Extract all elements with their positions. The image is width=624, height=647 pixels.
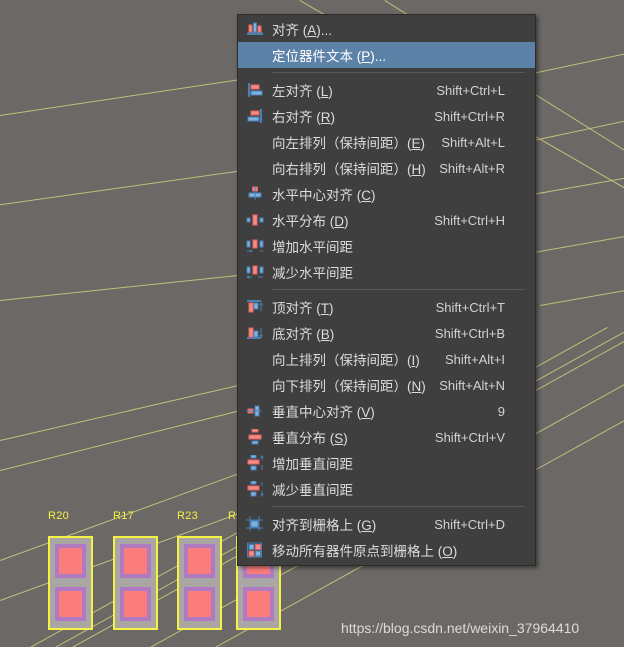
menu-item-label: 垂直分布 (S): [272, 431, 348, 446]
move-origins-to-grid-icon: [238, 537, 272, 563]
menu-item-align-top[interactable]: 顶对齐 (T) Shift+Ctrl+T: [238, 294, 535, 320]
menu-item-decrease-horizontal-spacing[interactable]: 减少水平间距: [238, 259, 535, 285]
menu-item-increase-horizontal-spacing[interactable]: 增加水平间距: [238, 233, 535, 259]
menu-item-arrange-down-keep-spacing[interactable]: 向下排列（保持间距）(N) Shift+Alt+N: [238, 372, 535, 398]
watermark-text: https://blog.csdn.net/weixin_37964410: [341, 620, 580, 636]
menu-item-label: 水平分布 (D): [272, 214, 349, 229]
align-bottom-icon: [238, 320, 272, 346]
menu-item-arrange-left-keep-spacing[interactable]: 向左排列（保持间距）(E) Shift+Alt+L: [238, 129, 535, 155]
menu-icon-placeholder: [238, 372, 272, 398]
component-ref-label: R: [228, 510, 237, 522]
increase-vertical-spacing-icon: [238, 450, 272, 476]
menu-item-shortcut: Shift+Ctrl+V: [434, 429, 505, 445]
component-pad[interactable]: [55, 587, 86, 621]
menu-item-shortcut: Shift+Ctrl+H: [434, 212, 505, 228]
pcb-component[interactable]: [113, 536, 158, 630]
align-vertical-center-icon: [238, 398, 272, 424]
menu-item-label: 向左排列（保持间距）(E): [272, 136, 426, 151]
menu-item-shortcut: Shift+Ctrl+D: [434, 516, 505, 532]
menu-icon-placeholder: [238, 129, 272, 155]
menu-separator: [272, 506, 525, 507]
pcb-component[interactable]: [177, 536, 222, 630]
align-right-icon: [238, 103, 272, 129]
menu-separator: [272, 289, 525, 290]
component-pad[interactable]: [120, 544, 151, 578]
decrease-vertical-spacing-icon: [238, 476, 272, 502]
menu-item-position-component-text[interactable]: 定位器件文本 (P)...: [238, 42, 535, 68]
menu-item-shortcut: Shift+Ctrl+T: [435, 299, 505, 315]
menu-item-label: 顶对齐 (T): [272, 301, 334, 316]
menu-item-distribute-vertically[interactable]: 垂直分布 (S) Shift+Ctrl+V: [238, 424, 535, 450]
menu-item-arrange-right-keep-spacing[interactable]: 向右排列（保持间距）(H) Shift+Alt+R: [238, 155, 535, 181]
menu-item-label: 左对齐 (L): [272, 84, 333, 99]
menu-item-move-all-component-origins-to-grid[interactable]: 移动所有器件原点到栅格上 (O): [238, 537, 535, 563]
menu-item-shortcut: 9: [497, 403, 505, 419]
menu-item-align[interactable]: 对齐 (A)...: [238, 16, 535, 42]
menu-item-label: 垂直中心对齐 (V): [272, 405, 375, 420]
menu-item-label: 移动所有器件原点到栅格上 (O): [272, 544, 458, 559]
menu-icon-placeholder: [238, 155, 272, 181]
menu-item-align-vertical-center[interactable]: 垂直中心对齐 (V) 9: [238, 398, 535, 424]
pcb-editor-window: R20 R17 R23 R https://blog.csdn.net/weixin_…: [0, 0, 624, 647]
menu-item-increase-vertical-spacing[interactable]: 增加垂直间距: [238, 450, 535, 476]
increase-horizontal-spacing-icon: [238, 233, 272, 259]
menu-item-shortcut: Shift+Ctrl+L: [436, 82, 505, 98]
component-ref-label: R23: [177, 510, 199, 522]
menu-item-label: 减少水平间距: [272, 266, 353, 281]
menu-separator: [272, 72, 525, 73]
menu-item-arrange-up-keep-spacing[interactable]: 向上排列（保持间距）(I) Shift+Alt+I: [238, 346, 535, 372]
decrease-horizontal-spacing-icon: [238, 259, 272, 285]
copper-trace: [540, 284, 624, 306]
menu-item-label: 对齐 (A)...: [272, 23, 333, 38]
align-to-grid-icon: [238, 511, 272, 537]
copper-trace: [0, 273, 249, 301]
menu-item-label: 水平中心对齐 (C): [272, 188, 376, 203]
menu-item-align-left[interactable]: 左对齐 (L) Shift+Ctrl+L: [238, 77, 535, 103]
menu-item-align-horizontal-center[interactable]: 水平中心对齐 (C): [238, 181, 535, 207]
component-pad[interactable]: [243, 587, 274, 621]
component-pad[interactable]: [120, 587, 151, 621]
menu-item-label: 增加水平间距: [272, 240, 353, 255]
menu-item-align-to-grid[interactable]: 对齐到栅格上 (G) Shift+Ctrl+D: [238, 511, 535, 537]
component-pad[interactable]: [184, 587, 215, 621]
menu-item-shortcut: Shift+Alt+R: [439, 160, 505, 176]
menu-item-label: 右对齐 (R): [272, 110, 335, 125]
align-top-icon: [238, 294, 272, 320]
menu-icon-placeholder: [238, 346, 272, 372]
menu-item-align-right[interactable]: 右对齐 (R) Shift+Ctrl+R: [238, 103, 535, 129]
distribute-vertical-icon: [238, 424, 272, 450]
component-pad[interactable]: [55, 544, 86, 578]
align-dialog-icon: [238, 16, 272, 42]
menu-item-shortcut: Shift+Ctrl+R: [434, 108, 505, 124]
distribute-horizontal-icon: [238, 207, 272, 233]
align-left-icon: [238, 77, 272, 103]
menu-item-label: 定位器件文本 (P)...: [272, 49, 387, 64]
component-pad[interactable]: [184, 544, 215, 578]
menu-item-shortcut: Shift+Alt+L: [441, 134, 505, 150]
component-ref-label: R17: [113, 510, 135, 522]
menu-item-label: 向右排列（保持间距）(H): [272, 162, 426, 177]
menu-item-label: 对齐到栅格上 (G): [272, 518, 377, 533]
pcb-component[interactable]: [48, 536, 93, 630]
menu-item-shortcut: Shift+Ctrl+B: [434, 325, 505, 341]
menu-item-align-bottom[interactable]: 底对齐 (B) Shift+Ctrl+B: [238, 320, 535, 346]
menu-item-label: 底对齐 (B): [272, 327, 335, 342]
menu-item-decrease-vertical-spacing[interactable]: 减少垂直间距: [238, 476, 535, 502]
menu-item-distribute-horizontally[interactable]: 水平分布 (D) Shift+Ctrl+H: [238, 207, 535, 233]
menu-item-label: 减少垂直间距: [272, 483, 353, 498]
menu-item-label: 增加垂直间距: [272, 457, 353, 472]
menu-item-shortcut: Shift+Alt+N: [439, 377, 505, 393]
component-ref-label: R20: [48, 510, 70, 522]
menu-item-label: 向上排列（保持间距）(I): [272, 353, 420, 368]
align-horizontal-center-icon: [238, 181, 272, 207]
menu-item-shortcut: Shift+Alt+I: [445, 351, 505, 367]
align-context-menu[interactable]: 对齐 (A)... 定位器件文本 (P)... 左对齐 (L) Shift+Ctrl+…: [237, 14, 536, 566]
menu-item-label: 向下排列（保持间距）(N): [272, 379, 426, 394]
menu-icon-placeholder: [238, 42, 272, 68]
